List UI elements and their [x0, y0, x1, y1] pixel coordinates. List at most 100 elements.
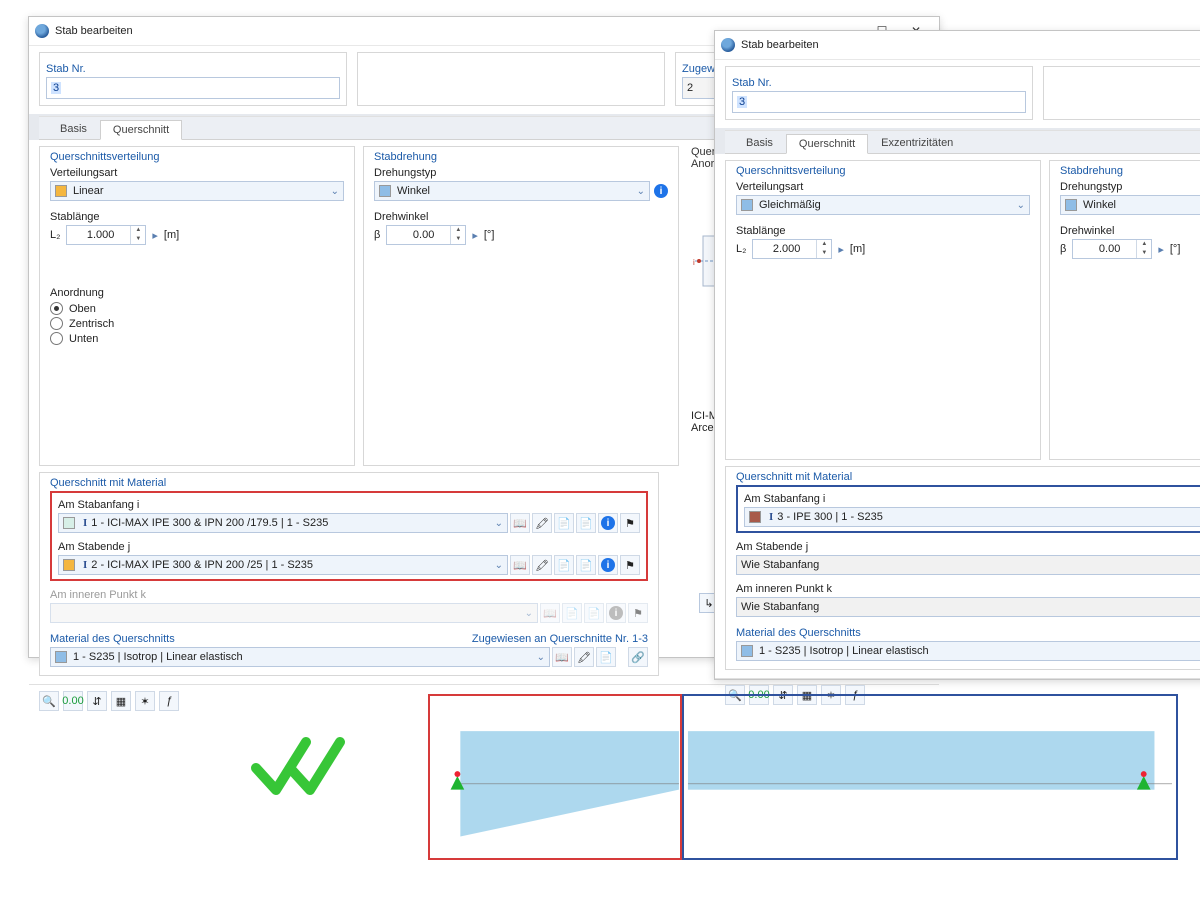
- tab-exzentrizitaeten[interactable]: Exzentrizitäten: [868, 133, 966, 153]
- new-button[interactable]: 📄: [554, 513, 574, 533]
- swatch-icon: [55, 185, 67, 197]
- link-button[interactable]: 🔗: [628, 647, 648, 667]
- chevron-down-icon: ⌄: [531, 652, 545, 663]
- i-section-icon: I: [83, 517, 87, 529]
- tool-aux-icon[interactable]: ✶: [135, 691, 155, 711]
- inner-combo[interactable]: Wie Stabanfang: [736, 597, 1200, 617]
- tool-formula-icon[interactable]: ƒ: [159, 691, 179, 711]
- drehungstyp-label: Drehungstyp: [1060, 179, 1200, 195]
- drehwinkel-label: Drehwinkel: [1060, 223, 1200, 239]
- qvert-title: Querschnittsverteilung: [50, 147, 344, 165]
- library-button[interactable]: 📖: [510, 513, 530, 533]
- stab-nr-label: Stab Nr.: [46, 59, 340, 77]
- qvert-title: Querschnittsverteilung: [736, 161, 1030, 179]
- color-button[interactable]: 🖍: [532, 513, 552, 533]
- swatch-icon: [63, 517, 75, 529]
- stablaenge-label: Stablänge: [50, 209, 344, 225]
- material-combo[interactable]: 1 - S235 | Isotrop | Linear elastisch ⌄: [736, 641, 1200, 661]
- rot-title: Stabdrehung: [1060, 161, 1200, 179]
- radio-oben[interactable]: Oben: [50, 301, 344, 316]
- start-combo[interactable]: I 1 - ICI-MAX IPE 300 & IPN 200 /179.5 |…: [58, 513, 508, 533]
- radio-zentrisch[interactable]: Zentrisch: [50, 316, 344, 331]
- tool-zoom-icon[interactable]: 🔍: [39, 691, 59, 711]
- tab-basis[interactable]: Basis: [47, 119, 100, 139]
- end-label: Am Stabende j: [736, 539, 1200, 555]
- warn-button[interactable]: ⚑: [620, 513, 640, 533]
- end-combo[interactable]: Wie Stabanfang: [736, 555, 1200, 575]
- copy-button[interactable]: 📄: [576, 513, 596, 533]
- app-icon: [35, 24, 49, 38]
- swatch-icon: [749, 511, 761, 523]
- stablaenge-unit: [m]: [164, 229, 179, 241]
- library-button[interactable]: 📖: [552, 647, 572, 667]
- copy-button[interactable]: 📄: [576, 555, 596, 575]
- titlebar[interactable]: Stab bearbeiten: [715, 31, 1200, 60]
- info-button[interactable]: i: [598, 555, 618, 575]
- chevron-down-icon: ⌄: [489, 518, 503, 529]
- angle-input[interactable]: 0.00 ▲▼: [1072, 239, 1152, 259]
- i-section-icon: I: [83, 559, 87, 571]
- swatch-icon: [1065, 199, 1077, 211]
- library-button: 📖: [540, 603, 560, 623]
- end-label: Am Stabende j: [58, 539, 640, 555]
- tab-basis[interactable]: Basis: [733, 133, 786, 153]
- beam-preview-right: [682, 694, 1178, 860]
- tool-axis-icon[interactable]: ⇵: [87, 691, 107, 711]
- chevron-down-icon: ⌄: [1011, 200, 1025, 211]
- angle-input[interactable]: 0.00 ▲▼: [386, 225, 466, 245]
- inner-label: Am inneren Punkt k: [50, 587, 648, 603]
- swatch-icon: [379, 185, 391, 197]
- material-combo[interactable]: 1 - S235 | Isotrop | Linear elastisch ⌄: [50, 647, 550, 667]
- warn-button[interactable]: ⚑: [620, 555, 640, 575]
- swatch-icon: [741, 199, 753, 211]
- tool-calc-icon[interactable]: 0.00: [63, 691, 83, 711]
- copy-button: 📄: [584, 603, 604, 623]
- tab-querschnitt[interactable]: Querschnitt: [100, 120, 182, 140]
- verteilungsart-label: Verteilungsart: [50, 165, 344, 181]
- stablaenge-label: Stablänge: [736, 223, 1030, 239]
- angle-unit: [°]: [1170, 243, 1181, 255]
- swatch-icon: [741, 645, 753, 657]
- angle-symbol: β: [1060, 243, 1066, 255]
- qmat-title: Querschnitt mit Material: [50, 473, 648, 491]
- inner-label: Am inneren Punkt k: [736, 581, 1200, 597]
- material-label: Material des Querschnitts: [50, 629, 472, 647]
- inner-combo: ⌄: [50, 603, 538, 623]
- anordnung-label: Anordnung: [50, 285, 344, 301]
- chevron-down-icon: ⌄: [325, 186, 339, 197]
- start-combo[interactable]: I 3 - IPE 300 | 1 - S235 ⌄: [744, 507, 1200, 527]
- stab-nr-input[interactable]: 3: [46, 77, 340, 99]
- new-button[interactable]: 📄: [596, 647, 616, 667]
- new-button[interactable]: 📄: [554, 555, 574, 575]
- new-button: 📄: [562, 603, 582, 623]
- color-button[interactable]: 🖍: [532, 555, 552, 575]
- verteilungsart-combo[interactable]: Linear ⌄: [50, 181, 344, 201]
- drehungstyp-label: Drehungstyp: [374, 165, 668, 181]
- drehungstyp-combo[interactable]: Winkel ⌄: [374, 181, 650, 201]
- chevron-down-icon: ⌄: [489, 560, 503, 571]
- info-button[interactable]: i: [598, 513, 618, 533]
- drehungstyp-combo[interactable]: Winkel: [1060, 195, 1200, 215]
- tool-render-icon[interactable]: ▦: [111, 691, 131, 711]
- info-icon[interactable]: i: [654, 184, 668, 198]
- tab-querschnitt[interactable]: Querschnitt: [786, 134, 868, 154]
- verteilungsart-combo[interactable]: Gleichmäßig ⌄: [736, 195, 1030, 215]
- library-button[interactable]: 📖: [510, 555, 530, 575]
- radio-unten[interactable]: Unten: [50, 331, 344, 346]
- chevron-down-icon: ⌄: [519, 608, 533, 619]
- stablaenge-symbol: L₂: [736, 243, 746, 255]
- stablaenge-input[interactable]: 2.000 ▲▼: [752, 239, 832, 259]
- stab-nr-input[interactable]: 3: [732, 91, 1026, 113]
- dialog-stab-right: Stab bearbeiten Stab Nr. 3 Basis Quersch…: [714, 30, 1200, 680]
- material-label: Material des Querschnitts: [736, 623, 1200, 641]
- start-label: Am Stabanfang i: [58, 497, 640, 513]
- swatch-icon: [63, 559, 75, 571]
- beam-preview-left: [428, 694, 682, 860]
- color-button[interactable]: 🖍: [574, 647, 594, 667]
- end-combo[interactable]: I 2 - ICI-MAX IPE 300 & IPN 200 /25 | 1 …: [58, 555, 508, 575]
- svg-text:i: i: [693, 258, 695, 267]
- drehwinkel-label: Drehwinkel: [374, 209, 668, 225]
- stablaenge-input[interactable]: 1.000 ▲▼: [66, 225, 146, 245]
- material-assigned: Zugewiesen an Querschnitte Nr. 1-3: [472, 629, 648, 647]
- qmat-title: Querschnitt mit Material: [736, 467, 1200, 485]
